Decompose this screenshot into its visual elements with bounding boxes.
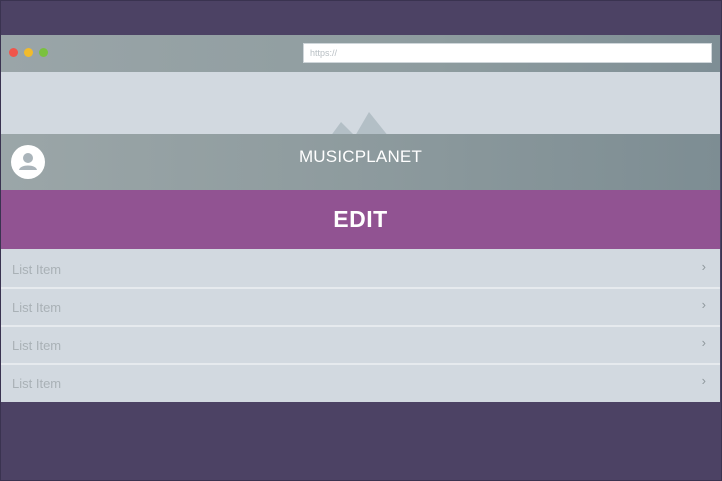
list-item-label: List Item <box>12 375 62 391</box>
close-dot-icon[interactable] <box>9 48 18 57</box>
list-item-label: List Item <box>12 337 62 353</box>
maximize-dot-icon[interactable] <box>39 48 48 57</box>
chevron-right-icon: › <box>701 297 706 312</box>
browser-window: https:// MUSICPLANET EDIT List Item › Li… <box>1 35 720 402</box>
list-item-label: List Item <box>12 261 62 277</box>
list: List Item › List Item › List Item › List… <box>1 251 720 401</box>
edit-button[interactable]: EDIT <box>1 190 720 249</box>
list-item[interactable]: List Item › <box>1 251 720 289</box>
list-item[interactable]: List Item › <box>1 365 720 401</box>
address-bar[interactable]: https:// <box>303 43 712 63</box>
chevron-right-icon: › <box>701 373 706 388</box>
list-item-label: List Item <box>12 299 62 315</box>
brand-title: MUSICPLANET <box>298 147 423 166</box>
minimize-dot-icon[interactable] <box>24 48 33 57</box>
chevron-right-icon: › <box>701 335 706 350</box>
hero-banner: MUSICPLANET <box>1 134 720 190</box>
chevron-right-icon: › <box>701 259 706 274</box>
hero-section: MUSICPLANET <box>1 72 720 190</box>
browser-titlebar: https:// <box>1 35 720 72</box>
list-item[interactable]: List Item › <box>1 289 720 327</box>
list-item[interactable]: List Item › <box>1 327 720 365</box>
